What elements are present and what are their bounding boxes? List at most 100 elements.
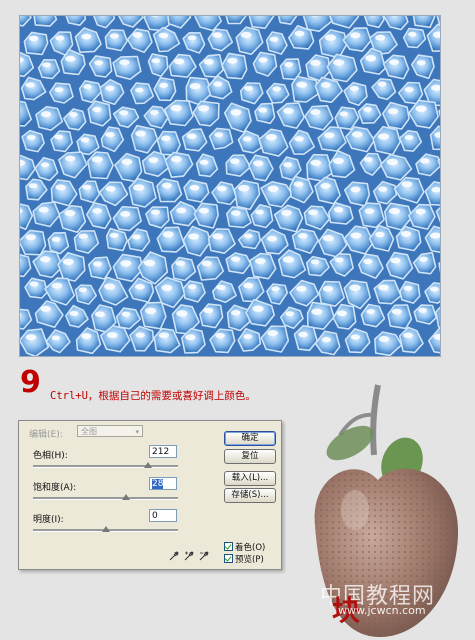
bubble-highlight (201, 260, 212, 267)
hue-input[interactable]: 212 (149, 445, 177, 458)
bubble-highlight (230, 309, 241, 316)
bubble-cell (413, 304, 438, 325)
bubble-highlight (416, 60, 426, 66)
reset-button[interactable]: 复位 (224, 449, 276, 464)
bubble-highlight (418, 307, 427, 313)
bubble-cell (65, 16, 87, 26)
bubble-cell (199, 303, 224, 329)
bubble-highlight (320, 182, 331, 189)
hue-slider-track[interactable] (33, 465, 178, 468)
bubble-highlight (333, 206, 344, 213)
bubble-highlight (377, 133, 390, 140)
bubble-cell (305, 54, 331, 82)
bubble-cell (127, 228, 151, 252)
bubble-highlight (198, 207, 209, 214)
checkbox-checked-icon (224, 554, 233, 563)
bubble-cell (427, 327, 440, 354)
bubble-highlight (389, 59, 400, 65)
preview-label: 预览(P) (235, 555, 264, 565)
bubble-highlight (389, 207, 400, 215)
bubble-highlight (216, 284, 226, 291)
bubble-cell (25, 178, 48, 201)
bubble-cell (24, 277, 49, 299)
bubble-cell (194, 16, 222, 32)
eyedropper-icon[interactable] (169, 551, 179, 561)
bubble-highlight (95, 311, 105, 318)
lightness-label: 明度(I): (33, 515, 64, 525)
bubble-highlight (217, 185, 227, 192)
colorize-label: 着色(O) (235, 543, 266, 553)
save-button[interactable]: 存储(S)... (224, 488, 276, 503)
lightness-value: 0 (152, 511, 158, 521)
bubble-highlight (429, 286, 439, 292)
bubble-cell (407, 203, 436, 230)
bubble-highlight (333, 157, 344, 165)
bubble-cell (305, 255, 330, 277)
bubble-highlight (170, 104, 182, 112)
bubble-highlight (65, 55, 76, 62)
load-button[interactable]: 载入(L)... (224, 471, 276, 486)
bubble-cell (357, 253, 384, 279)
saturation-slider-track[interactable] (33, 497, 178, 500)
bubble-cell (248, 154, 274, 182)
bubble-cell (393, 176, 425, 204)
bubble-cell (164, 99, 194, 127)
edit-select[interactable]: 全图 ▾ (77, 425, 143, 437)
bubble-cell (385, 251, 414, 280)
bubble-cell (88, 55, 113, 78)
bubble-highlight (334, 257, 344, 263)
bubble-highlight (176, 207, 187, 214)
bubble-highlight (391, 308, 402, 315)
bubble-cell (429, 125, 440, 151)
bubble-cell (195, 153, 219, 178)
ok-button[interactable]: 确定 (224, 431, 276, 446)
bubble-highlight (351, 131, 363, 138)
bubble-highlight (420, 158, 430, 164)
chevron-down-icon: ▾ (135, 428, 139, 436)
saturation-input[interactable]: 28 (149, 477, 177, 490)
bubble-highlight (158, 332, 169, 339)
bubble-cell (317, 126, 347, 152)
bubble-highlight (321, 337, 331, 343)
bubble-cell (237, 130, 263, 154)
hue-slider-thumb[interactable] (143, 462, 152, 468)
bubble-highlight (265, 134, 277, 141)
bubble-cell (408, 99, 439, 129)
bubble-highlight (133, 184, 145, 191)
bubble-highlight (80, 137, 90, 143)
bubble-highlight (92, 106, 102, 113)
bubble-highlight (161, 135, 171, 142)
eyedropper-plus-icon[interactable] (184, 551, 194, 561)
bubble-highlight (161, 284, 173, 291)
bubble-cell (412, 252, 437, 275)
lightness-input[interactable]: 0 (149, 509, 177, 522)
colorize-checkbox[interactable]: 着色(O) (224, 541, 265, 553)
bubble-highlight (175, 260, 186, 267)
bubble-highlight (324, 132, 335, 139)
bubble-cell (373, 279, 402, 305)
bubble-highlight (135, 130, 146, 137)
bubble-highlight (415, 105, 427, 112)
bubble-cell (78, 80, 103, 104)
preview-checkbox[interactable]: 预览(P) (224, 553, 264, 565)
bubble-highlight (238, 184, 250, 192)
bubble-highlight (350, 32, 361, 39)
bubble-cell (435, 206, 440, 223)
bubble-cell (74, 27, 102, 54)
bubble-cell (115, 307, 141, 330)
lightness-slider-thumb[interactable] (101, 526, 110, 532)
bubble-cell (23, 31, 49, 56)
saturation-slider-thumb[interactable] (121, 494, 130, 500)
bubble-highlight (212, 32, 223, 38)
bubble-cell (34, 300, 64, 329)
bubble-highlight (227, 57, 238, 64)
bubble-highlight (91, 156, 103, 163)
bubble-cell (86, 202, 112, 230)
bubble-cell (314, 330, 341, 356)
eyedropper-minus-icon[interactable] (199, 551, 209, 561)
bubble-texture-image (20, 16, 440, 356)
bubble-cell (277, 16, 298, 25)
bubble-cell (62, 108, 87, 131)
bubble-highlight (120, 260, 132, 267)
bubble-cell (181, 128, 208, 152)
